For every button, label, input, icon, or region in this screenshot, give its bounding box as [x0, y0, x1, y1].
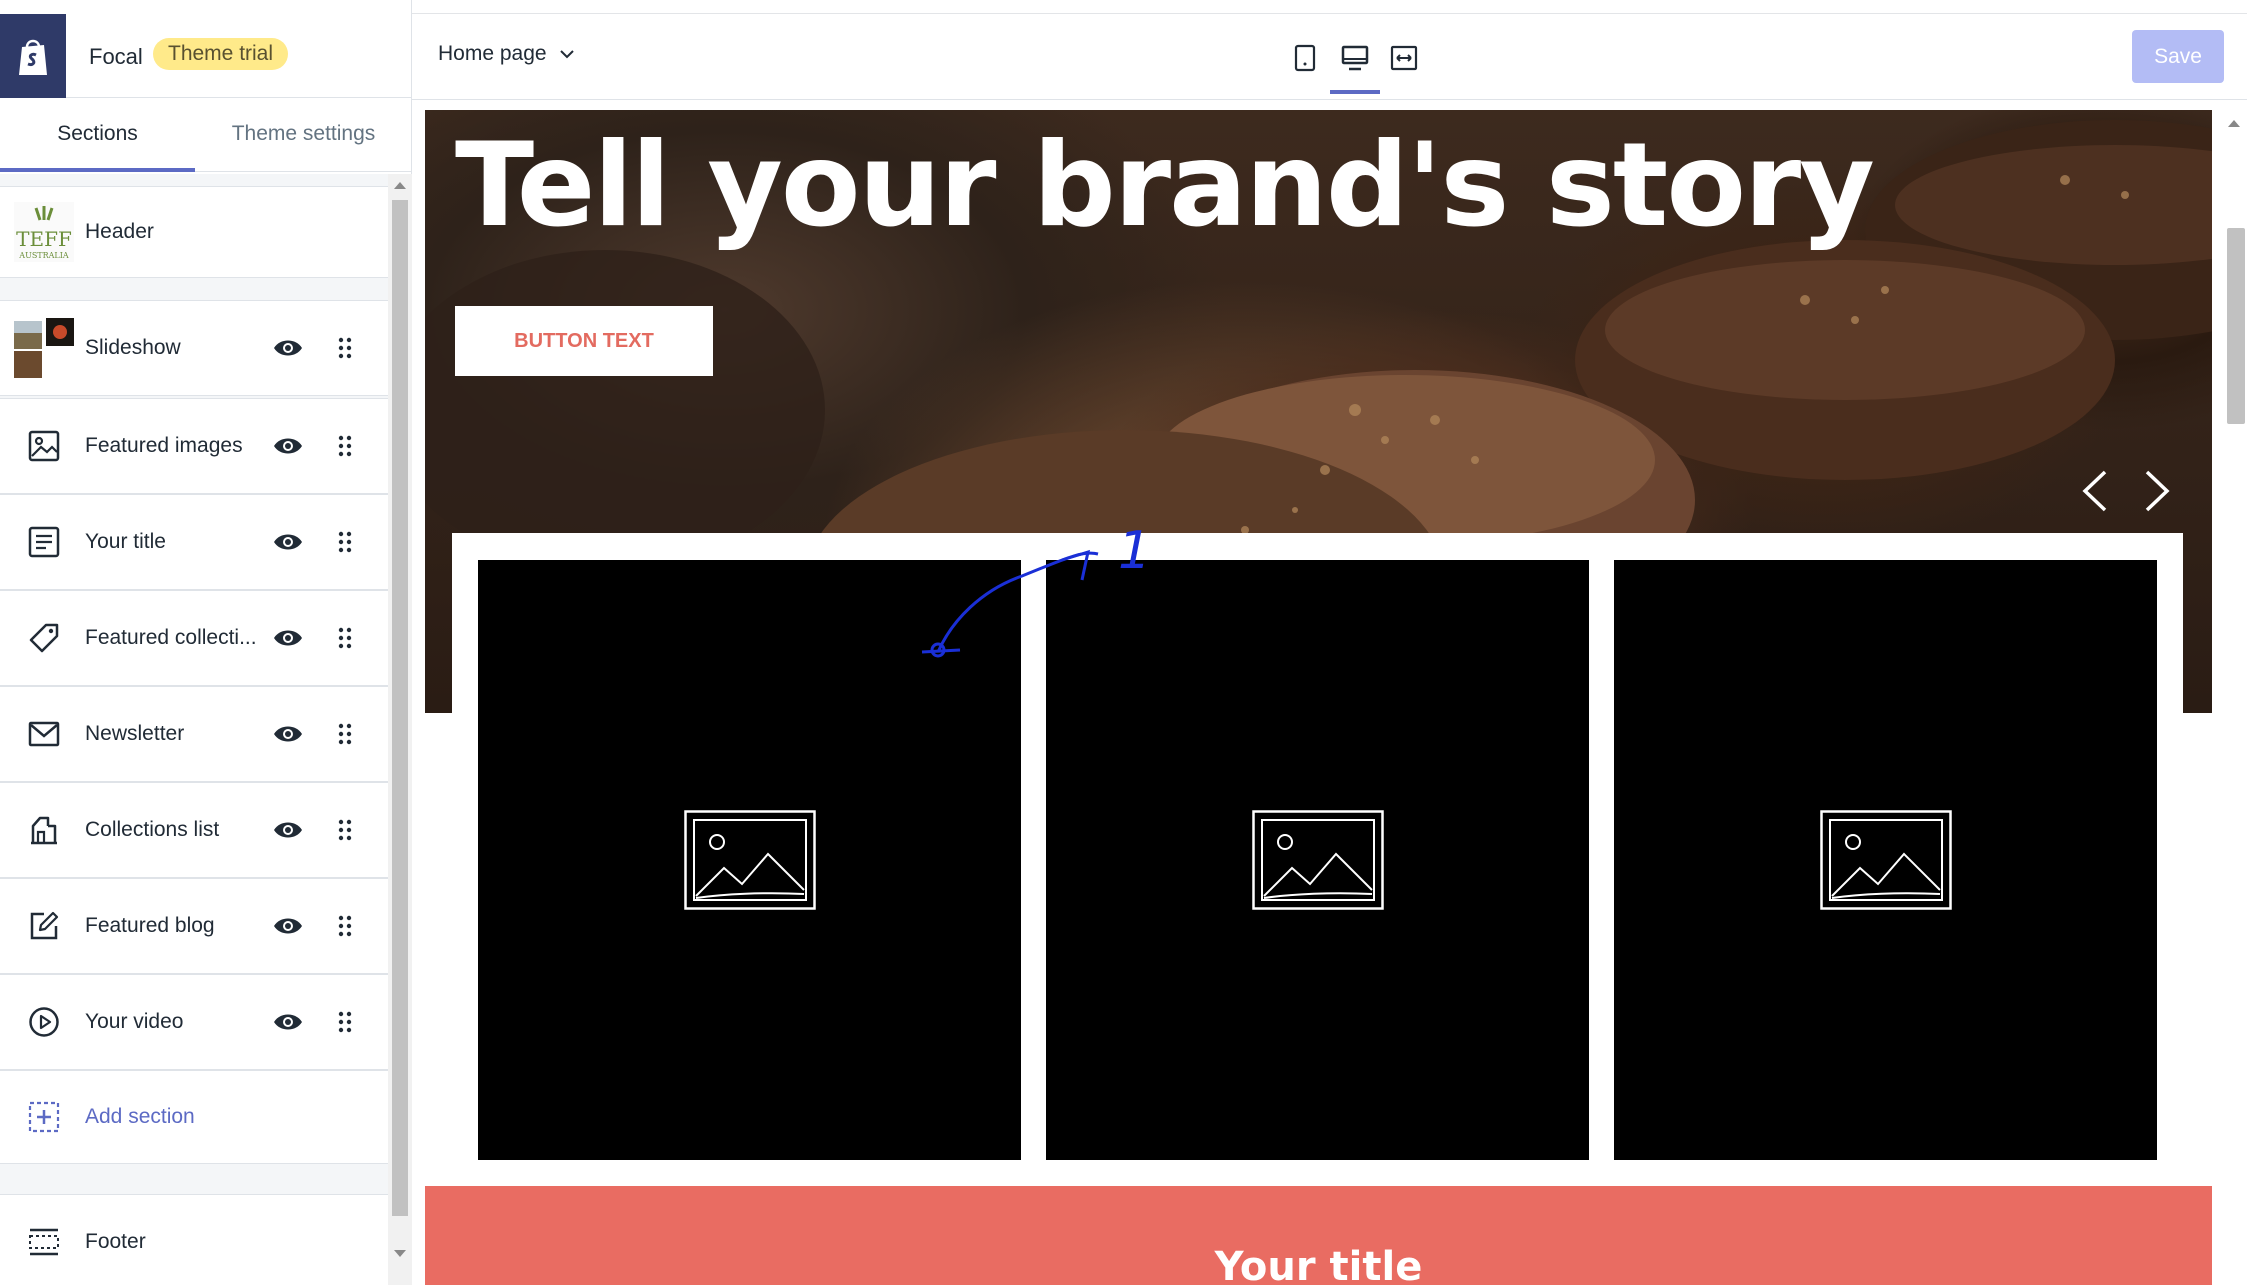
section-header[interactable]: TEFF AUSTRALIA Header [0, 186, 388, 278]
image-icon [26, 428, 62, 464]
image-placeholder-icon [1251, 810, 1384, 910]
text-icon [26, 524, 62, 560]
preview-scroll-up-arrow[interactable] [2228, 120, 2240, 127]
add-section-icon [26, 1099, 62, 1135]
hero-title: Tell your brand's story [455, 118, 1875, 253]
featured-images-section [452, 533, 2183, 1193]
drag-handle-icon[interactable] [336, 817, 354, 843]
eye-icon[interactable] [272, 1010, 304, 1034]
sidebar-scrollbar-thumb[interactable] [392, 200, 408, 1216]
section-your-video[interactable]: Your video [0, 974, 388, 1070]
chevron-left-icon[interactable] [2075, 466, 2115, 516]
svg-text:AUSTRALIA: AUSTRALIA [18, 251, 69, 260]
section-label: Your title [85, 530, 166, 553]
drag-handle-icon[interactable] [336, 721, 354, 747]
theme-trial-badge: Theme trial [153, 38, 289, 70]
drag-handle-icon[interactable] [336, 913, 354, 939]
eye-icon[interactable] [272, 722, 304, 746]
section-label: Collections list [85, 818, 220, 841]
editor-topbar: Home page Save [412, 14, 2247, 100]
collections-icon [26, 812, 62, 848]
section-collections-list[interactable]: Collections list [0, 782, 388, 878]
section-footer[interactable]: Footer [0, 1194, 388, 1285]
shopify-bag-icon [19, 39, 47, 75]
drag-handle-icon[interactable] [336, 625, 354, 651]
mobile-view-button[interactable] [1283, 36, 1327, 80]
fullscreen-icon [1390, 45, 1418, 71]
theme-name: Focal [89, 44, 143, 69]
scroll-down-arrow[interactable] [394, 1250, 406, 1257]
chevron-right-icon[interactable] [2137, 466, 2177, 516]
sidebar-scrollbar[interactable] [388, 174, 412, 1285]
footer-icon [26, 1224, 62, 1260]
drag-handle-icon[interactable] [336, 529, 354, 555]
desktop-icon [1341, 45, 1369, 71]
mobile-icon [1294, 44, 1316, 72]
featured-image-placeholder[interactable] [1614, 560, 2157, 1160]
preview-scrollbar-thumb[interactable] [2227, 228, 2245, 424]
eye-icon[interactable] [272, 336, 304, 360]
eye-icon[interactable] [272, 818, 304, 842]
section-label: Featured images [85, 434, 243, 457]
drag-handle-icon[interactable] [336, 335, 354, 361]
desktop-view-button[interactable] [1330, 36, 1380, 94]
header-logo-thumbnail: TEFF AUSTRALIA [14, 202, 74, 262]
shopify-logo[interactable] [0, 14, 66, 98]
section-label: Header [85, 220, 154, 243]
tab-theme-settings[interactable]: Theme settings [195, 98, 412, 172]
image-placeholder-icon [1819, 810, 1952, 910]
section-label: Featured blog [85, 914, 215, 937]
section-featured-images[interactable]: Featured images [0, 398, 388, 494]
eye-icon[interactable] [272, 626, 304, 650]
featured-image-placeholder[interactable] [1046, 560, 1589, 1160]
scroll-up-arrow[interactable] [394, 182, 406, 189]
chevron-down-icon [559, 50, 574, 59]
browser-top-strip [412, 0, 2247, 14]
section-newsletter[interactable]: Newsletter [0, 686, 388, 782]
section-label: Newsletter [85, 722, 185, 745]
eye-icon[interactable] [272, 914, 304, 938]
envelope-icon [26, 716, 62, 752]
drag-handle-icon[interactable] [336, 1009, 354, 1035]
blog-edit-icon [26, 908, 62, 944]
section-label: Featured collecti... [85, 626, 257, 649]
save-button[interactable]: Save [2132, 30, 2224, 83]
drag-handle-icon[interactable] [336, 433, 354, 459]
section-featured-collection[interactable]: Featured collecti... [0, 590, 388, 686]
storefront-preview: Tell your brand's story BUTTON TEXT Your… [412, 100, 2247, 1285]
eye-icon[interactable] [272, 530, 304, 554]
section-featured-blog[interactable]: Featured blog [0, 878, 388, 974]
slideshow-thumbnail [14, 318, 74, 378]
section-label: Your video [85, 1010, 184, 1033]
add-section-label: Add section [85, 1105, 195, 1128]
section-title-text: Your title [1214, 1244, 1423, 1285]
play-icon [26, 1004, 62, 1040]
tab-sections[interactable]: Sections [0, 98, 195, 172]
page-selector-label: Home page [438, 42, 547, 65]
section-label: Slideshow [85, 336, 181, 359]
hero-cta-button[interactable]: BUTTON TEXT [455, 306, 713, 376]
section-slideshow[interactable]: Slideshow [0, 300, 388, 396]
section-your-title[interactable]: Your title [0, 494, 388, 590]
brand-bar: Focal Theme trial [0, 14, 412, 98]
preview-scrollbar[interactable] [2217, 100, 2247, 1285]
image-placeholder-icon [683, 810, 816, 910]
featured-image-placeholder[interactable] [478, 560, 1021, 1160]
editor-sidebar: Focal Theme trial Sections Theme setting… [0, 0, 412, 1285]
svg-text:TEFF: TEFF [16, 227, 72, 251]
eye-icon[interactable] [272, 434, 304, 458]
fullwidth-view-button[interactable] [1382, 36, 1426, 80]
sidebar-tabs: Sections Theme settings [0, 98, 412, 172]
sections-list: TEFF AUSTRALIA Header Slideshow Featured… [0, 174, 388, 1285]
add-section-button[interactable]: Add section [0, 1070, 388, 1164]
section-label: Footer [85, 1230, 146, 1253]
page-selector[interactable]: Home page [438, 42, 575, 66]
your-title-section: Your title [425, 1186, 2212, 1285]
tag-icon [26, 620, 62, 656]
